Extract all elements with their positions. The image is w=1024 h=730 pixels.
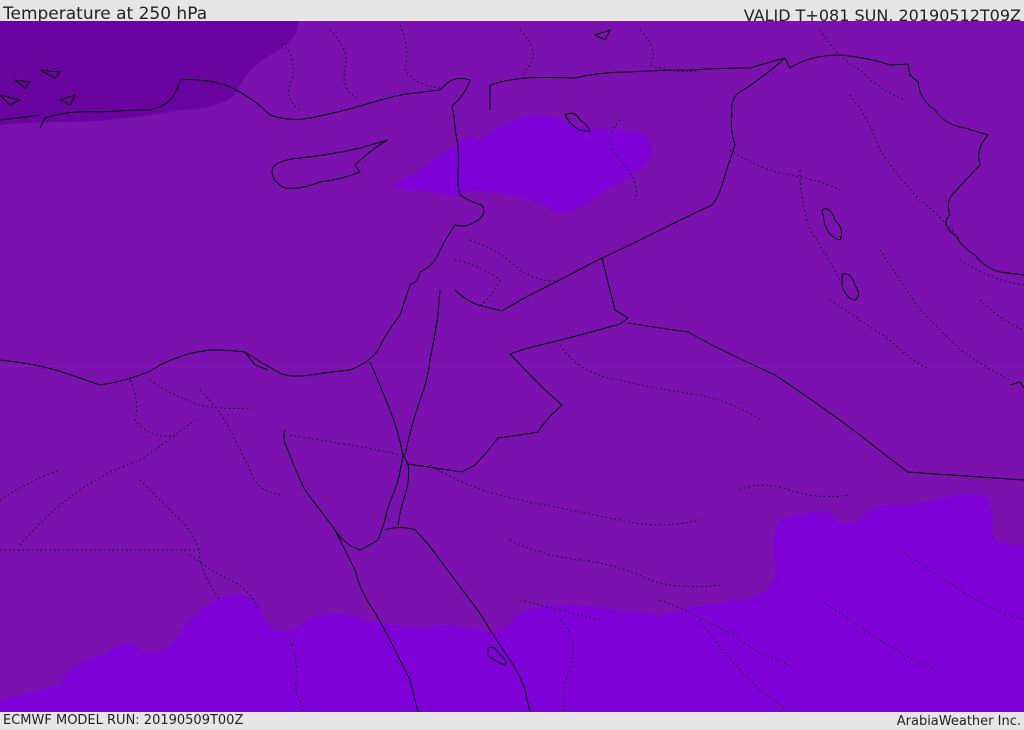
map-canvas [0,21,1024,712]
credit-label: ArabiaWeather Inc. [896,714,1021,729]
weather-map[interactable] [0,21,1024,712]
model-run-label: ECMWF MODEL RUN: 20190509T00Z [3,713,244,728]
header-bar: Temperature at 250 hPa VALID T+081 SUN, … [0,0,1024,25]
footer-bar: ECMWF MODEL RUN: 20190509T00Z ArabiaWeat… [0,712,1024,729]
